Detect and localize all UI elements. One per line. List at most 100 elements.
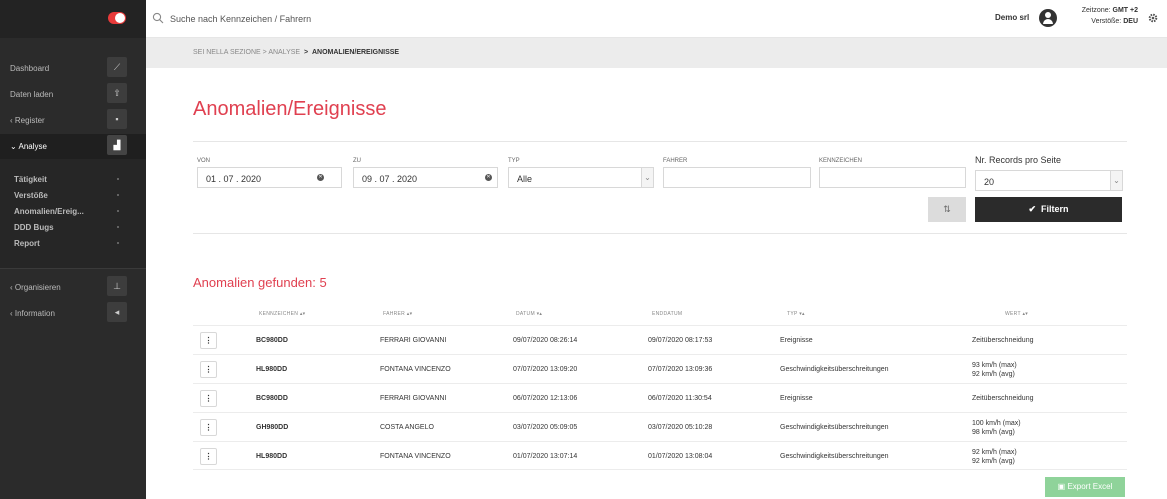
excel-icon: ▣ xyxy=(1057,482,1066,491)
search-input[interactable] xyxy=(170,11,570,27)
breadcrumb-section[interactable]: ANALYSE xyxy=(268,49,300,56)
column-header-wert[interactable]: WERT ▴▾ xyxy=(1005,311,1028,317)
zu-value: 09 . 07 . 2020 xyxy=(362,174,418,184)
cell-enddatum: 01/07/2020 13:08:04 xyxy=(648,453,713,460)
cell-kennzeichen: GH980DD xyxy=(256,424,289,431)
sidebar-item-information[interactable]: ‹ Information ◂ xyxy=(0,301,146,327)
sidebar-item-label: ‹ Register xyxy=(10,116,45,125)
filter-button-label: Filtern xyxy=(1041,204,1069,214)
zu-date-input[interactable]: 09 . 07 . 2020 ✕ xyxy=(353,167,498,188)
breadcrumb-bar: SEI NELLA SEZIONE > ANALYSE > ANOMALIEN/… xyxy=(146,38,1167,68)
table-row: ⋮ BC980DD FERRARI GIOVANNI 06/07/2020 12… xyxy=(193,383,1127,412)
book-icon: ▪ xyxy=(107,109,127,129)
sidebar-item-dashboard[interactable]: Dashboard ⟋ xyxy=(0,56,146,82)
table-row: ⋮ HL980DD FONTANA VINCENZO 07/07/2020 13… xyxy=(193,354,1127,383)
wert-line: 100 km/h (max) xyxy=(972,420,1021,427)
submenu-item-anomalien[interactable]: Anomalien/Ereig... xyxy=(14,207,84,216)
violations-value: DEU xyxy=(1123,18,1138,25)
records-select[interactable]: 20 ⌄ xyxy=(975,170,1123,191)
column-header-label: TYP xyxy=(787,311,798,317)
cell-enddatum: 07/07/2020 13:09:36 xyxy=(648,366,713,373)
upload-icon: ⇧ xyxy=(107,83,127,103)
search-icon xyxy=(152,12,164,24)
sidebar-item-daten-laden[interactable]: Daten laden ⇧ xyxy=(0,82,146,108)
fahrer-input[interactable] xyxy=(663,167,811,188)
column-header-label: KENNZEICHEN xyxy=(259,311,299,317)
divider xyxy=(193,233,1127,234)
table-row: ⋮ HL980DD FONTANA VINCENZO 01/07/2020 13… xyxy=(193,441,1127,470)
sidebar-item-analyse[interactable]: ⌄ Analyse ▟ xyxy=(0,134,146,160)
zu-label: ZU xyxy=(353,158,361,164)
cell-fahrer: FERRARI GIOVANNI xyxy=(380,337,447,344)
submenu-item-verstoesse[interactable]: Verstöße xyxy=(14,191,48,200)
chart-icon: ⟋ xyxy=(107,57,127,77)
breadcrumb-prefix: SEI NELLA SEZIONE xyxy=(193,49,261,56)
row-menu-button[interactable]: ⋮ xyxy=(200,361,217,378)
row-menu-button[interactable]: ⋮ xyxy=(200,419,217,436)
submenu-dot xyxy=(117,178,119,180)
top-bar: Demo srl Zeitzone: GMT +2 Verstöße: DEU xyxy=(0,0,1167,38)
analyse-submenu: Tätigkeit Verstöße Anomalien/Ereig... DD… xyxy=(0,159,146,269)
table-row: ⋮ BC980DD FERRARI GIOVANNI 09/07/2020 08… xyxy=(193,325,1127,354)
cell-datum: 09/07/2020 08:26:14 xyxy=(513,337,578,344)
export-excel-button[interactable]: ▣ Export Excel xyxy=(1045,477,1125,497)
cell-typ: Ereignisse xyxy=(780,337,813,344)
cell-wert: Zeitüberschneidung xyxy=(972,394,1034,403)
zone-value: GMT +2 xyxy=(1112,7,1138,14)
wert-line: Zeitüberschneidung xyxy=(972,395,1034,402)
records-value: 20 xyxy=(984,177,995,187)
cell-typ: Ereignisse xyxy=(780,395,813,402)
megaphone-icon: ◂ xyxy=(107,302,127,322)
gear-icon[interactable] xyxy=(1147,12,1159,24)
column-header-datum[interactable]: DATUM ▾▴ xyxy=(516,311,542,317)
typ-label: TYP xyxy=(508,158,520,164)
wert-line: 92 km/h (avg) xyxy=(972,458,1015,465)
cell-fahrer: FERRARI GIOVANNI xyxy=(380,395,447,402)
sidebar-item-register[interactable]: ‹ Register ▪ xyxy=(0,108,146,134)
cell-fahrer: FONTANA VINCENZO xyxy=(380,366,451,373)
cell-fahrer: FONTANA VINCENZO xyxy=(380,453,451,460)
von-date-input[interactable]: 01 . 07 . 2020 ✕ xyxy=(197,167,342,188)
sidebar-item-label: Daten laden xyxy=(10,90,54,99)
breadcrumb-separator: > xyxy=(262,49,267,56)
cell-fahrer: COSTA ANGELO xyxy=(380,424,434,431)
cell-kennzeichen: HL980DD xyxy=(256,453,288,460)
row-menu-button[interactable]: ⋮ xyxy=(200,390,217,407)
submenu-dot xyxy=(117,194,119,196)
sidebar-toggle[interactable] xyxy=(108,12,126,24)
column-header-typ[interactable]: TYP ▾▴ xyxy=(787,311,805,317)
sidebar-item-organisieren[interactable]: ‹ Organisieren ⊥ xyxy=(0,275,146,301)
sidebar: Dashboard ⟋ Daten laden ⇧ ‹ Register ▪ ⌄… xyxy=(0,38,146,499)
wert-line: 93 km/h (max) xyxy=(972,362,1017,369)
filter-button[interactable]: ✔ Filtern xyxy=(975,197,1122,222)
row-menu-button[interactable]: ⋮ xyxy=(200,332,217,349)
submenu-item-ddd-bugs[interactable]: DDD Bugs xyxy=(14,223,54,232)
breadcrumb: SEI NELLA SEZIONE > ANALYSE > ANOMALIEN/… xyxy=(193,49,399,56)
clear-zu-icon[interactable]: ✕ xyxy=(485,174,492,181)
kennzeichen-input[interactable] xyxy=(819,167,966,188)
clear-von-icon[interactable]: ✕ xyxy=(317,174,324,181)
row-menu-button[interactable]: ⋮ xyxy=(200,448,217,465)
cell-datum: 07/07/2020 13:09:20 xyxy=(513,366,578,373)
column-header-kennzeichen[interactable]: KENNZEICHEN ▴▾ xyxy=(259,311,305,317)
sidebar-divider xyxy=(0,268,146,269)
wert-line: Zeitüberschneidung xyxy=(972,337,1034,344)
von-value: 01 . 07 . 2020 xyxy=(206,174,262,184)
cell-wert: 100 km/h (max) 98 km/h (avg) xyxy=(972,419,1021,437)
column-header-fahrer[interactable]: FAHRER ▴▾ xyxy=(383,311,412,317)
table-row: ⋮ GH980DD COSTA ANGELO 03/07/2020 05:09:… xyxy=(193,412,1127,441)
divider xyxy=(193,141,1127,142)
submenu-item-taetigkeit[interactable]: Tätigkeit xyxy=(14,175,47,184)
sort-button[interactable]: ⇅ xyxy=(928,197,966,222)
cell-kennzeichen: HL980DD xyxy=(256,366,288,373)
violations-label: Verstöße: xyxy=(1091,18,1122,25)
submenu-item-report[interactable]: Report xyxy=(14,239,40,248)
chevron-down-icon: ⌄ xyxy=(641,168,653,187)
sidebar-item-label: ⌄ Analyse xyxy=(10,142,47,151)
cell-typ: Geschwindigkeitsüberschreitungen xyxy=(780,424,889,431)
column-header-enddatum: ENDDATUM xyxy=(652,311,682,317)
user-name[interactable]: Demo srl xyxy=(995,13,1029,22)
avatar[interactable] xyxy=(1039,9,1057,27)
sitemap-icon: ⊥ xyxy=(107,276,127,296)
typ-select[interactable]: Alle ⌄ xyxy=(508,167,654,188)
